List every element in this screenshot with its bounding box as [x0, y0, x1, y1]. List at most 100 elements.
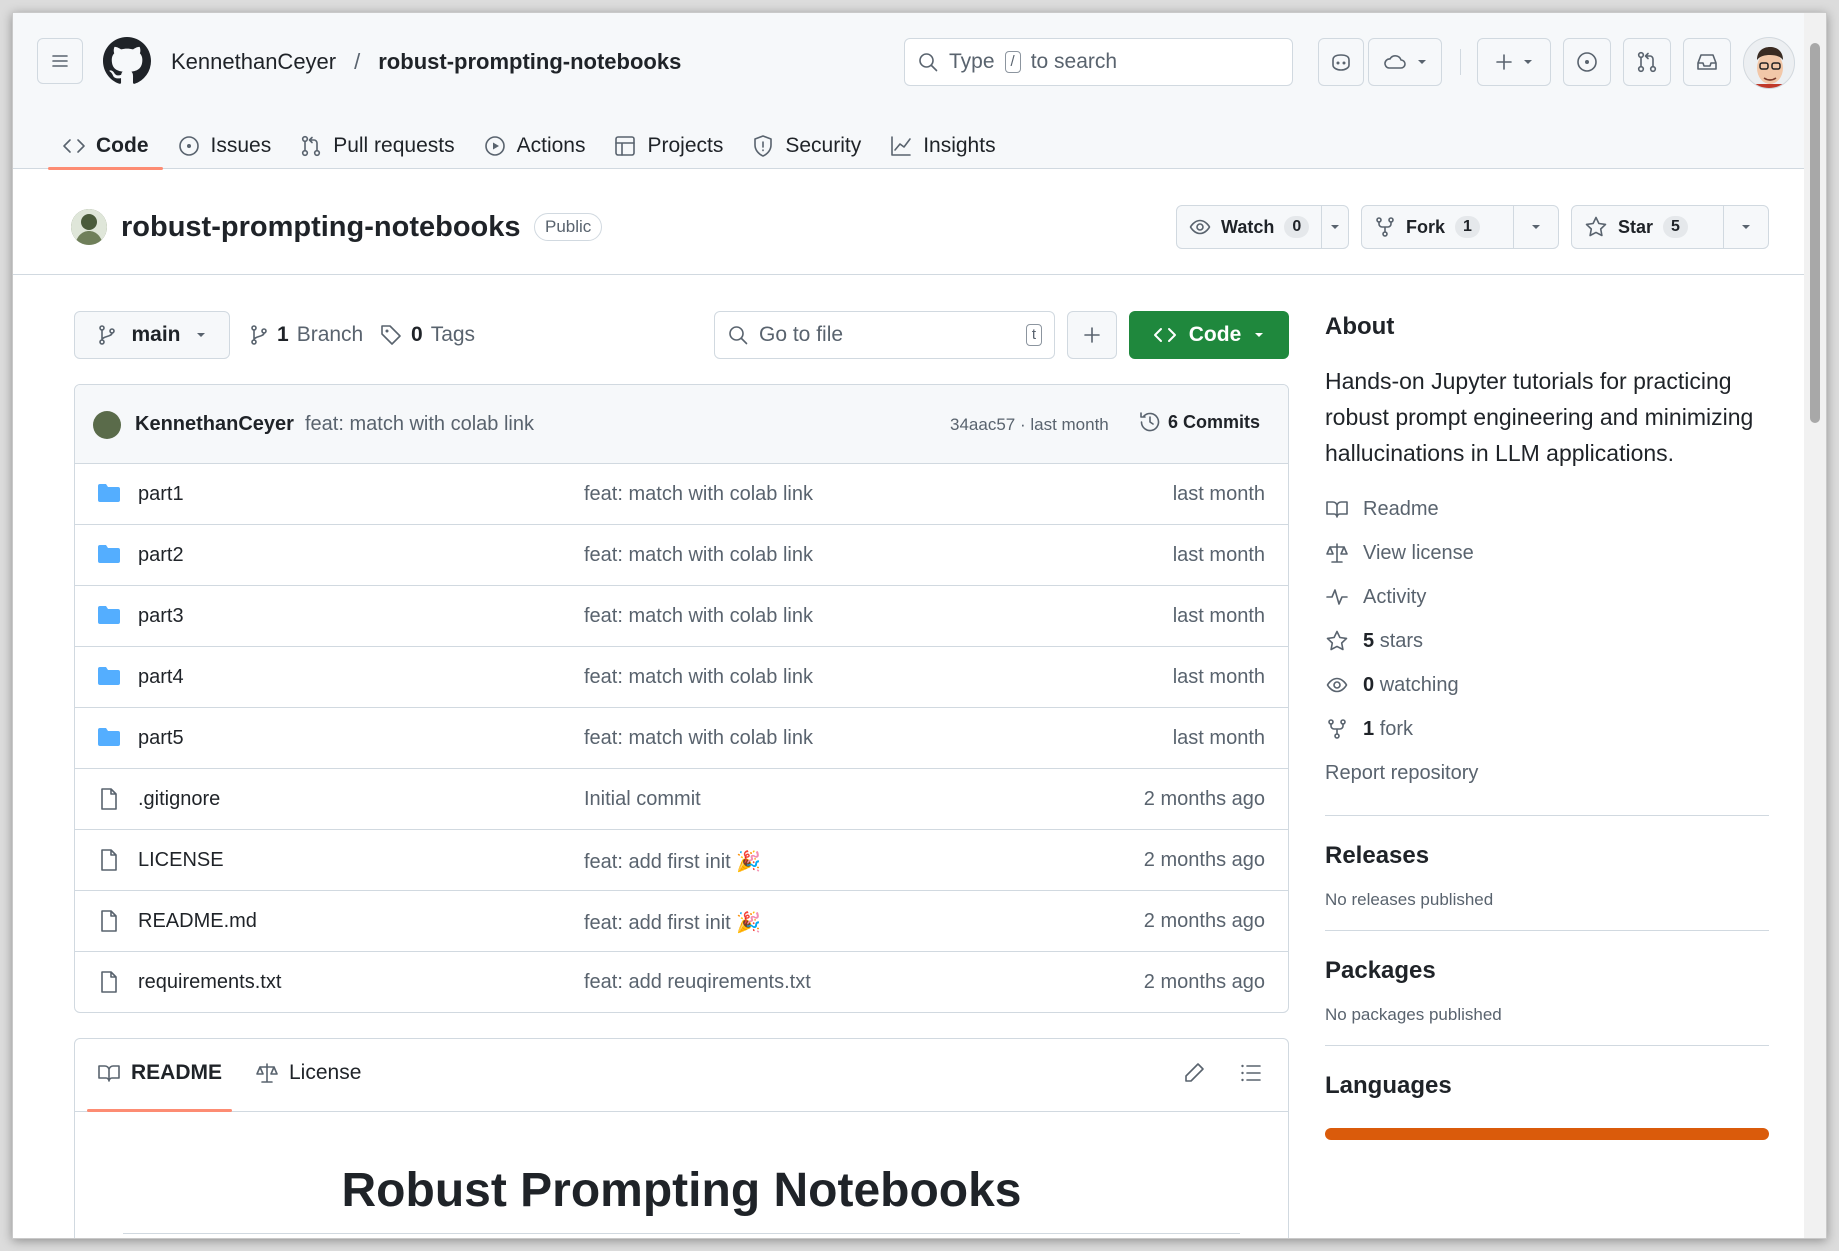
file-name[interactable]: requirements.txt — [138, 971, 281, 994]
code-dropdown-button[interactable]: Code — [1129, 311, 1289, 359]
watch-button[interactable]: Watch 0 — [1176, 205, 1349, 249]
inbox-button[interactable] — [1683, 38, 1731, 86]
tab-issues[interactable]: Issues — [163, 123, 286, 169]
file-name[interactable]: LICENSE — [138, 849, 224, 872]
plus-icon — [1084, 327, 1100, 343]
file-commit-message[interactable]: Initial commit — [584, 788, 701, 811]
star-dropdown[interactable] — [1724, 206, 1768, 248]
branches-count: 1 — [277, 323, 289, 346]
menu-button[interactable] — [37, 38, 83, 84]
hamburger-icon — [52, 55, 68, 67]
go-to-file-input[interactable]: Go to file t — [714, 311, 1055, 359]
file-row[interactable]: part4 feat: match with colab link last mon… — [75, 647, 1288, 708]
scrollbar[interactable] — [1804, 13, 1826, 1238]
readme-title-rule — [123, 1233, 1240, 1234]
file-commit-date: last month — [1172, 727, 1265, 749]
outline-button[interactable] — [1239, 1061, 1263, 1085]
license-link-label: View license — [1363, 541, 1474, 564]
file-commit-message[interactable]: feat: match with colab link — [584, 483, 813, 506]
readme-panel: README License Robust Prompting Notebook… — [74, 1038, 1289, 1238]
commit-author-avatar[interactable] — [93, 411, 121, 439]
file-name[interactable]: part3 — [138, 605, 184, 628]
file-row[interactable]: LICENSE feat: add first init 🎉 2 months ag… — [75, 830, 1288, 891]
github-logo-icon[interactable] — [103, 37, 151, 85]
add-file-button[interactable] — [1067, 311, 1117, 359]
forks-link[interactable]: 1 fork — [1325, 707, 1769, 751]
file-name[interactable]: part5 — [138, 727, 184, 750]
copilot-icon — [1332, 54, 1350, 71]
file-name[interactable]: part4 — [138, 666, 184, 689]
watch-dropdown[interactable] — [1322, 223, 1348, 231]
watching-link[interactable]: 0 watching — [1325, 663, 1769, 707]
activity-link[interactable]: Activity — [1325, 575, 1769, 619]
readme-tabs: README License — [75, 1039, 1288, 1112]
packages-heading[interactable]: Packages — [1325, 957, 1769, 985]
copilot-button[interactable] — [1318, 38, 1364, 86]
search-icon — [729, 326, 748, 345]
pull-requests-button[interactable] — [1623, 38, 1671, 86]
commit-message[interactable]: feat: match with colab link — [305, 413, 534, 436]
edit-readme-button[interactable] — [1182, 1061, 1206, 1085]
commit-hash-time[interactable]: 34aac57 · last month — [950, 415, 1109, 435]
license-link[interactable]: View license — [1325, 531, 1769, 575]
commits-link[interactable]: 6 Commits — [1138, 410, 1260, 434]
releases-empty-text: No releases published — [1325, 890, 1494, 909]
file-commit-message[interactable]: feat: match with colab link — [584, 544, 813, 567]
report-repository-link[interactable]: Report repository — [1325, 751, 1769, 795]
file-commit-message[interactable]: feat: match with colab link — [584, 666, 813, 689]
file-commit-message[interactable]: feat: add reuqirements.txt — [584, 971, 811, 994]
tab-projects[interactable]: Projects — [599, 123, 737, 169]
releases-heading[interactable]: Releases — [1325, 842, 1769, 870]
commit-author[interactable]: KennethanCeyer — [135, 413, 294, 436]
file-row[interactable]: part2 feat: match with colab link last mon… — [75, 525, 1288, 586]
branch-icon — [251, 325, 267, 345]
repo-name[interactable]: robust-prompting-notebooks — [121, 211, 521, 244]
eye-icon — [1326, 677, 1348, 693]
file-row[interactable]: part5 feat: match with colab link last mon… — [75, 708, 1288, 769]
file-name[interactable]: README.md — [138, 910, 257, 933]
code-icon — [63, 139, 85, 153]
file-commit-date: 2 months ago — [1143, 910, 1265, 932]
star-button[interactable]: Star 5 — [1571, 205, 1769, 249]
file-name[interactable]: part1 — [138, 483, 184, 506]
readme-link[interactable]: Readme — [1325, 487, 1769, 531]
user-avatar[interactable] — [1743, 37, 1795, 89]
tab-actions[interactable]: Actions — [469, 123, 600, 169]
file-row[interactable]: .gitignore Initial commit 2 months ago — [75, 769, 1288, 830]
scrollbar-thumb[interactable] — [1810, 43, 1820, 423]
branches-link[interactable]: 1 Branch — [249, 323, 363, 347]
create-new-button[interactable] — [1477, 38, 1551, 86]
folder-icon — [98, 484, 120, 502]
stars-link[interactable]: 5 stars — [1325, 619, 1769, 663]
tab-insights[interactable]: Insights — [875, 123, 1009, 169]
tab-security[interactable]: Security — [737, 123, 875, 169]
tags-link[interactable]: 0 Tags — [379, 323, 475, 347]
file-row[interactable]: part3 feat: match with colab link last mon… — [75, 586, 1288, 647]
issues-button[interactable] — [1563, 38, 1611, 86]
repo-owner-avatar[interactable] — [71, 209, 107, 245]
file-commit-message[interactable]: feat: add first init 🎉 — [584, 910, 761, 935]
tab-pull-requests[interactable]: Pull requests — [285, 123, 468, 169]
file-commit-message[interactable]: feat: add first init 🎉 — [584, 849, 761, 874]
file-row[interactable]: requirements.txt feat: add reuqirements.t… — [75, 952, 1288, 1012]
file-row[interactable]: part1 feat: match with colab link last mon… — [75, 464, 1288, 525]
global-search-input[interactable]: Type / to search — [904, 38, 1293, 86]
file-name[interactable]: part2 — [138, 544, 184, 567]
file-commit-message[interactable]: feat: match with colab link — [584, 605, 813, 628]
breadcrumb-owner[interactable]: KennethanCeyer — [171, 49, 336, 75]
watching-count: 0 — [1363, 673, 1375, 696]
file-name[interactable]: .gitignore — [138, 788, 220, 811]
sidebar-divider — [1325, 930, 1769, 931]
fork-dropdown[interactable] — [1514, 206, 1558, 248]
tab-license[interactable]: License — [255, 1061, 361, 1085]
fork-button[interactable]: Fork 1 — [1361, 205, 1559, 249]
file-commit-date: 2 months ago — [1143, 971, 1265, 993]
copilot-menu-button[interactable] — [1368, 38, 1442, 86]
browser-window: KennethanCeyer / robust-prompting-notebo… — [12, 12, 1827, 1239]
tab-readme[interactable]: README — [86, 1061, 233, 1112]
branch-selector[interactable]: main — [74, 311, 230, 359]
tab-code[interactable]: Code — [48, 123, 163, 170]
breadcrumb-repo[interactable]: robust-prompting-notebooks — [378, 49, 681, 75]
file-row[interactable]: README.md feat: add first init 🎉 2 months … — [75, 891, 1288, 952]
file-commit-message[interactable]: feat: match with colab link — [584, 727, 813, 750]
